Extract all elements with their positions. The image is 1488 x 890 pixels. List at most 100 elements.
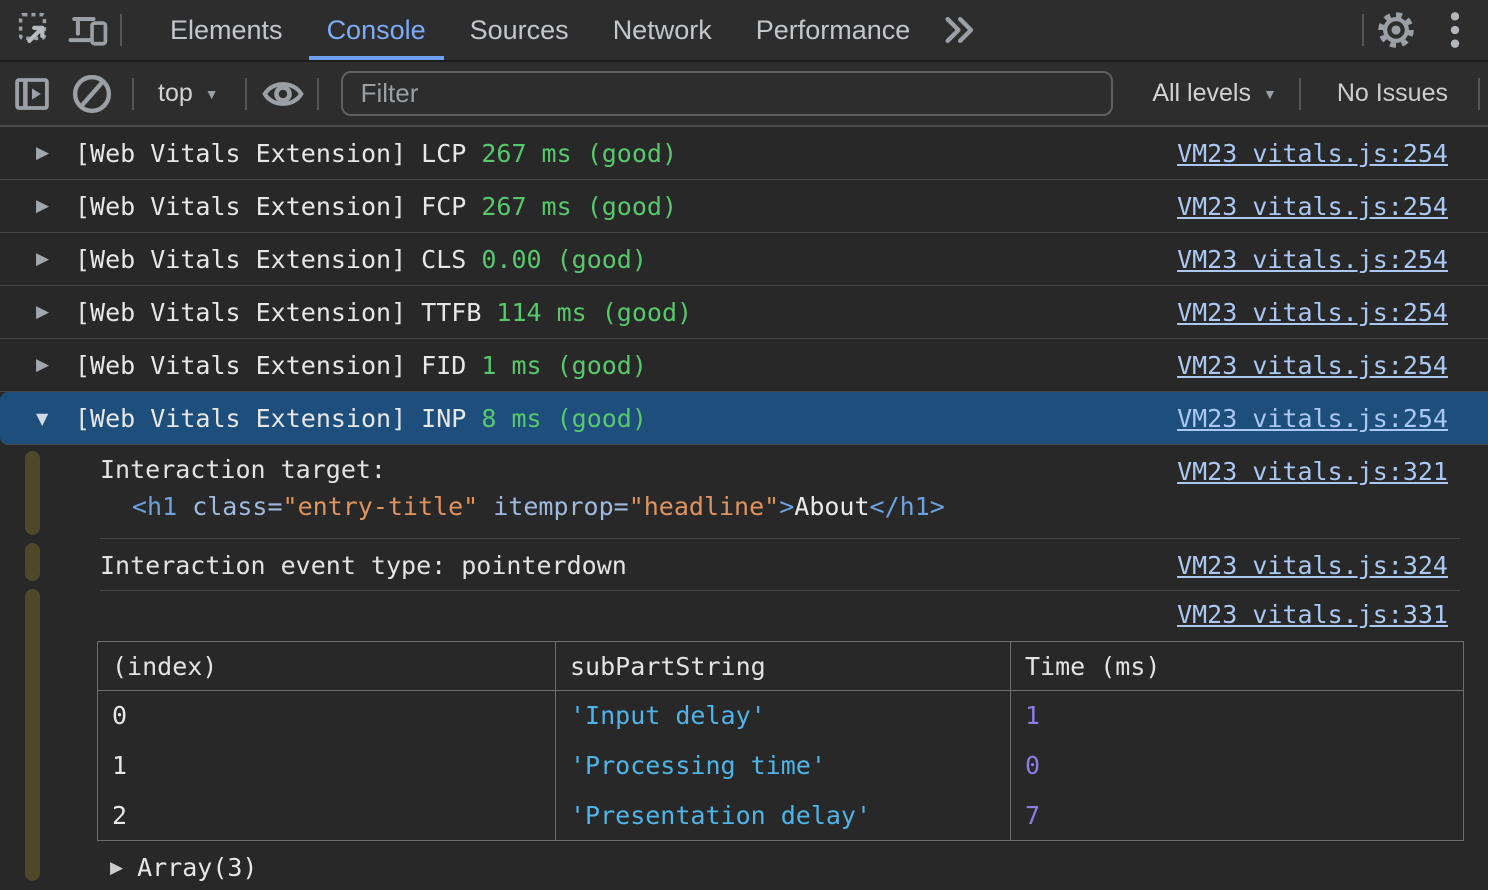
cell-time: 1 <box>1011 691 1464 741</box>
settings-button[interactable] <box>1364 0 1428 60</box>
expand-caret-icon[interactable]: ▶ <box>36 355 49 375</box>
toolbar-divider <box>1478 78 1480 110</box>
table-row: 0 'Input delay' 1 <box>98 691 1464 741</box>
device-toolbar-icon <box>66 8 110 52</box>
tab-sources[interactable]: Sources <box>448 0 591 60</box>
console-messages: ▶ [Web Vitals Extension] LCP267 ms (good… <box>0 127 1488 888</box>
message-text: [Web Vitals Extension] FID1 ms (good) <box>75 351 647 380</box>
source-link[interactable]: VM23 vitals.js:254 <box>1177 298 1448 327</box>
source-link[interactable]: VM23 vitals.js:324 <box>1177 551 1448 580</box>
console-sidebar-button[interactable] <box>6 73 58 115</box>
inspect-icon <box>15 9 57 51</box>
clear-console-button[interactable] <box>66 72 118 116</box>
interaction-target-label: Interaction target: <box>100 455 1177 484</box>
more-tabs-button[interactable] <box>932 0 990 60</box>
expand-caret-icon[interactable]: ▶ <box>36 249 49 269</box>
tab-performance[interactable]: Performance <box>734 0 933 60</box>
javascript-context-selector[interactable]: top ▼ <box>142 79 235 108</box>
gear-icon <box>1375 9 1417 51</box>
source-link[interactable]: VM23 vitals.js:254 <box>1177 404 1448 433</box>
log-level-selector[interactable]: All levels ▼ <box>1136 79 1293 108</box>
main-toolbar: Elements Console Sources Network Perform… <box>0 0 1488 62</box>
column-header-time[interactable]: Time (ms) <box>1011 642 1464 691</box>
filter-input[interactable] <box>341 71 1113 116</box>
column-header-index[interactable]: (index) <box>98 642 556 691</box>
interaction-event-label: Interaction event type: pointerdown <box>100 551 1177 580</box>
issues-counter[interactable]: No Issues <box>1307 79 1478 108</box>
message-text: [Web Vitals Extension] LCP267 ms (good) <box>75 139 677 168</box>
dom-element-preview[interactable]: <h1 class="entry-title" itemprop="headli… <box>100 492 1177 521</box>
console-message-row-selected[interactable]: ▼ [Web Vitals Extension] INP8 ms (good) … <box>0 392 1488 445</box>
log-level-label: All levels <box>1152 79 1251 108</box>
inspect-element-button[interactable] <box>10 0 62 60</box>
panel-tabs: Elements Console Sources Network Perform… <box>148 0 932 60</box>
table-row: 2 'Presentation delay' 7 <box>98 791 1464 841</box>
console-message-row[interactable]: ▶ [Web Vitals Extension] TTFB114 ms (goo… <box>0 286 1488 339</box>
console-message-row[interactable]: ▶ [Web Vitals Extension] CLS0.00 (good) … <box>0 233 1488 286</box>
expand-caret-icon[interactable]: ▶ <box>36 143 49 163</box>
toggle-device-toolbar-button[interactable] <box>62 0 114 60</box>
chevron-down-icon: ▼ <box>1263 86 1277 102</box>
source-link[interactable]: VM23 vitals.js:254 <box>1177 139 1448 168</box>
show-sidebar-icon <box>11 73 53 115</box>
console-toolbar: top ▼ All levels ▼ No Issues <box>0 62 1488 127</box>
source-link[interactable]: VM23 vitals.js:254 <box>1177 192 1448 221</box>
expand-caret-icon[interactable]: ▶ <box>36 302 49 322</box>
tab-elements[interactable]: Elements <box>148 0 305 60</box>
eye-icon <box>260 71 306 117</box>
source-link[interactable]: VM23 vitals.js:254 <box>1177 245 1448 274</box>
metric-value: 267 ms (good) <box>481 192 677 221</box>
context-label: top <box>158 79 193 108</box>
toolbar-divider <box>1299 78 1301 110</box>
source-link[interactable]: VM23 vitals.js:331 <box>1177 600 1448 629</box>
cell-time: 7 <box>1011 791 1464 841</box>
table-source-message: VM23 vitals.js:331 <box>0 591 1488 638</box>
array-summary-text[interactable]: Array(3) <box>137 853 257 882</box>
customize-devtools-button[interactable] <box>1428 0 1482 60</box>
console-message-row[interactable]: ▶ [Web Vitals Extension] LCP267 ms (good… <box>0 127 1488 180</box>
console-message-row[interactable]: ▶ [Web Vitals Extension] FCP267 ms (good… <box>0 180 1488 233</box>
kebab-menu-icon <box>1438 10 1472 50</box>
source-link[interactable]: VM23 vitals.js:254 <box>1177 351 1448 380</box>
source-link[interactable]: VM23 vitals.js:321 <box>1177 457 1448 486</box>
table-row: 1 'Processing time' 0 <box>98 741 1464 791</box>
metric-value: 8 ms (good) <box>481 404 647 433</box>
expand-caret-icon[interactable]: ▶ <box>36 196 49 216</box>
collapse-caret-icon[interactable]: ▼ <box>36 409 48 428</box>
console-table-wrapper: (index) subPartString Time (ms) 0 'Input… <box>0 638 1488 847</box>
table-header-row: (index) subPartString Time (ms) <box>98 642 1464 691</box>
cell-time: 0 <box>1011 741 1464 791</box>
metric-value: 1 ms (good) <box>481 351 647 380</box>
toolbar-divider <box>317 78 319 110</box>
interaction-target-message: Interaction target: <h1 class="entry-tit… <box>0 445 1488 539</box>
create-live-expression-button[interactable] <box>257 71 309 117</box>
expand-caret-icon[interactable]: ▶ <box>110 858 123 878</box>
metric-value: 267 ms (good) <box>481 139 677 168</box>
cell-index: 1 <box>98 741 556 791</box>
column-header-subpartstring[interactable]: subPartString <box>556 642 1011 691</box>
toolbar-divider <box>245 78 247 110</box>
clear-console-icon <box>70 72 114 116</box>
more-tabs-chevron-icon <box>941 13 981 47</box>
cell-subpartstring: 'Input delay' <box>556 691 1011 741</box>
tab-network[interactable]: Network <box>591 0 734 60</box>
cell-index: 0 <box>98 691 556 741</box>
chevron-down-icon: ▼ <box>205 86 219 102</box>
message-text: [Web Vitals Extension] CLS0.00 (good) <box>75 245 647 274</box>
devtools-window: Elements Console Sources Network Perform… <box>0 0 1488 890</box>
message-text: [Web Vitals Extension] TTFB114 ms (good) <box>75 298 692 327</box>
interaction-event-message: Interaction event type: pointerdown VM23… <box>0 539 1488 591</box>
metric-value: 0.00 (good) <box>481 245 647 274</box>
metric-value: 114 ms (good) <box>496 298 692 327</box>
array-summary-row[interactable]: ▶ Array(3) <box>0 847 1488 888</box>
cell-subpartstring: 'Processing time' <box>556 741 1011 791</box>
tab-console[interactable]: Console <box>305 0 448 60</box>
console-table: (index) subPartString Time (ms) 0 'Input… <box>97 641 1464 841</box>
console-message-row[interactable]: ▶ [Web Vitals Extension] FID1 ms (good) … <box>0 339 1488 392</box>
toolbar-divider <box>120 14 122 46</box>
toolbar-divider <box>132 78 134 110</box>
message-text: [Web Vitals Extension] FCP267 ms (good) <box>75 192 677 221</box>
message-text: [Web Vitals Extension] INP8 ms (good) <box>75 404 647 433</box>
cell-subpartstring: 'Presentation delay' <box>556 791 1011 841</box>
cell-index: 2 <box>98 791 556 841</box>
